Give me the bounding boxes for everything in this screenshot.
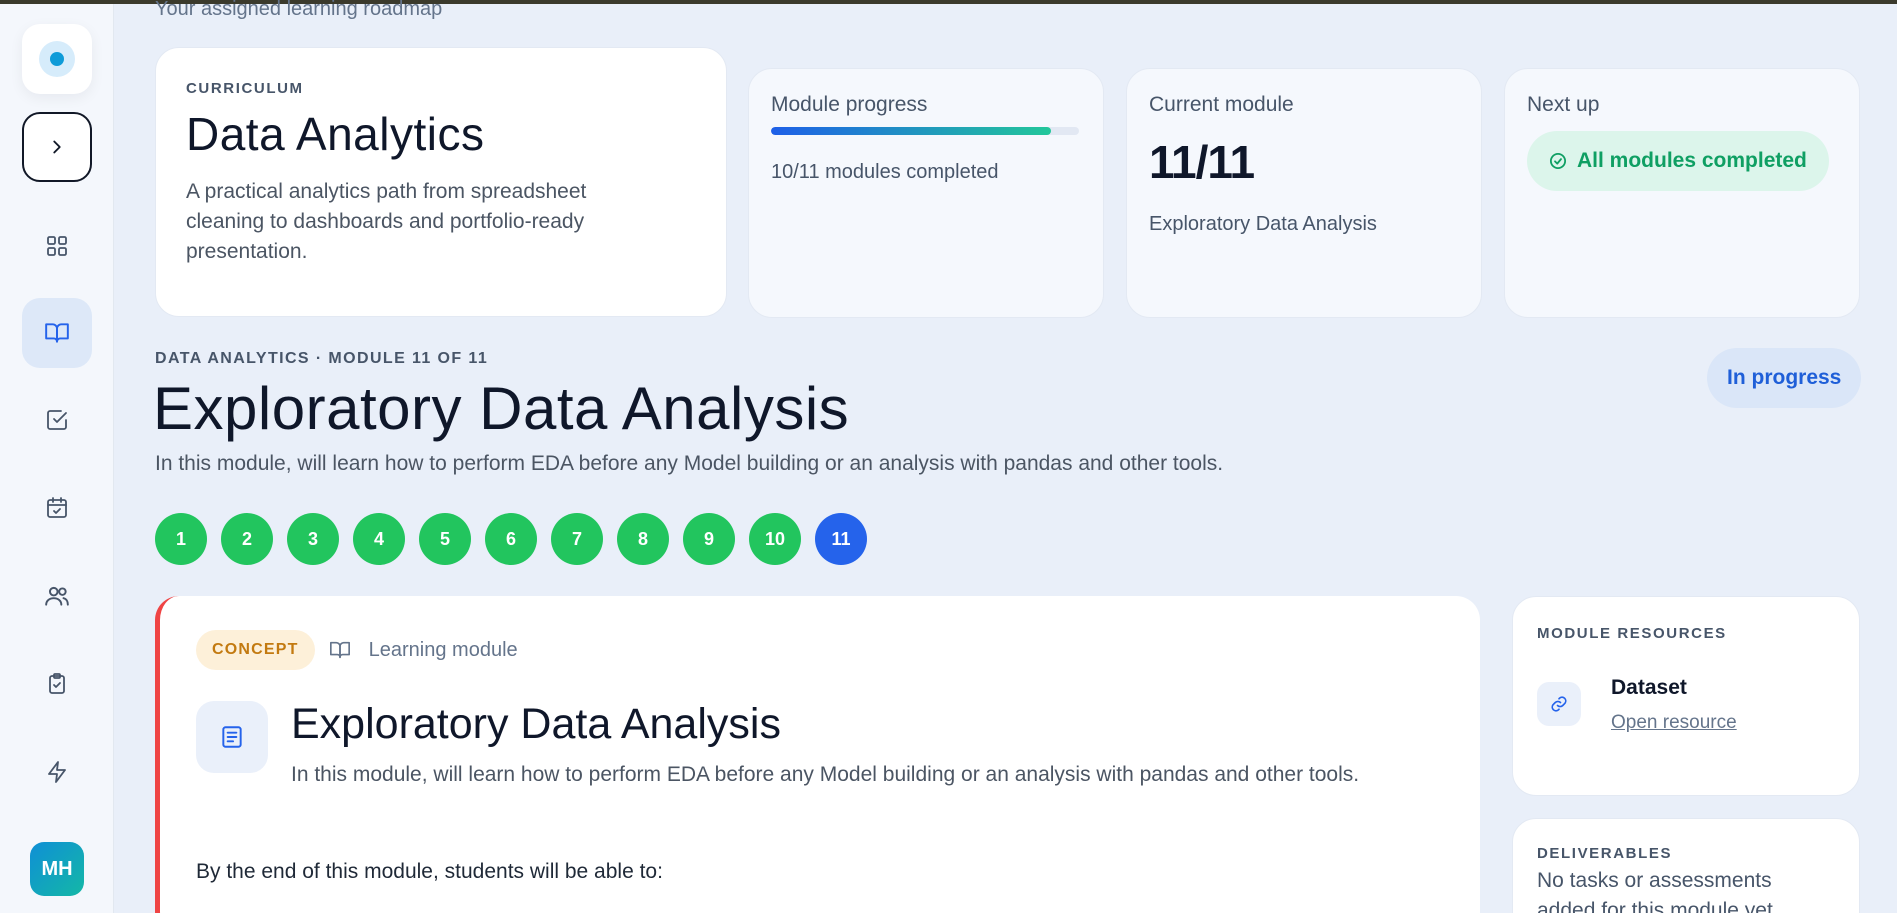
open-resource-link[interactable]: Open resource	[1611, 712, 1737, 734]
notes-icon	[196, 701, 268, 773]
zap-icon	[48, 761, 66, 783]
sidebar-item-assessments[interactable]	[22, 649, 92, 719]
check-square-icon	[47, 410, 67, 430]
chevron-right-icon	[53, 140, 61, 154]
current-module-value: 11/11	[1149, 136, 1255, 188]
resources-heading: MODULE RESOURCES	[1537, 625, 1727, 642]
clipboard-check-icon	[49, 673, 65, 694]
curriculum-title: Data Analytics	[186, 108, 485, 160]
concept-outcomes-intro: By the end of this module, students will…	[196, 860, 663, 883]
module-progress-fill	[771, 127, 1051, 135]
curriculum-card: CURRICULUM Data Analytics A practical an…	[155, 47, 727, 317]
resource-item: Dataset Open resource	[1537, 676, 1835, 734]
module-progress-text: 10/11 modules completed	[771, 161, 999, 183]
concept-description: In this module, will learn how to perfor…	[291, 763, 1360, 786]
concept-meta: CONCEPT Learning module	[196, 630, 518, 670]
module-steps: 1 2 3 4 5 6 7 8 9 10 11	[155, 513, 867, 565]
current-module-name: Exploratory Data Analysis	[1149, 213, 1377, 235]
resource-name: Dataset	[1611, 676, 1687, 699]
module-step-2[interactable]: 2	[221, 513, 273, 565]
curriculum-eyebrow: CURRICULUM	[186, 80, 304, 97]
deliverables-text: No tasks or assessments added for this m…	[1537, 869, 1779, 913]
sidebar-item-tasks[interactable]	[22, 385, 92, 455]
logo-icon	[39, 41, 75, 77]
module-step-11[interactable]: 11	[815, 513, 867, 565]
current-module-label: Current module	[1149, 93, 1294, 116]
module-step-1[interactable]: 1	[155, 513, 207, 565]
module-eyebrow: DATA ANALYTICS · MODULE 11 OF 11	[155, 350, 489, 367]
module-resources-card: MODULE RESOURCES Dataset Open resource	[1512, 596, 1860, 796]
concept-title: Exploratory Data Analysis	[291, 700, 781, 748]
module-step-10[interactable]: 10	[749, 513, 801, 565]
current-module-card: Current module 11/11 Exploratory Data An…	[1126, 68, 1482, 318]
status-badge: In progress	[1707, 348, 1862, 408]
sidebar-item-dashboard[interactable]	[22, 211, 92, 281]
app-logo[interactable]	[22, 24, 92, 94]
concept-card: CONCEPT Learning module Exploratory Data…	[155, 596, 1480, 913]
check-circle-icon	[1549, 152, 1567, 170]
module-progress-label: Module progress	[771, 93, 928, 116]
module-progress-card: Module progress 10/11 modules completed	[748, 68, 1104, 318]
module-step-8[interactable]: 8	[617, 513, 669, 565]
module-step-3[interactable]: 3	[287, 513, 339, 565]
module-step-4[interactable]: 4	[353, 513, 405, 565]
learning-module-label: Learning module	[368, 638, 518, 661]
page-subtitle: Your assigned learning roadmap	[155, 0, 443, 20]
all-completed-text: All modules completed	[1577, 149, 1807, 172]
sidebar-item-activity[interactable]	[22, 737, 92, 807]
all-completed-badge: All modules completed	[1527, 131, 1829, 191]
module-step-9[interactable]: 9	[683, 513, 735, 565]
module-step-5[interactable]: 5	[419, 513, 471, 565]
grid-icon	[47, 236, 67, 256]
module-progress-bar	[771, 127, 1079, 135]
sidebar-item-curriculum[interactable]	[22, 298, 92, 368]
deliverables-heading: DELIVERABLES	[1537, 845, 1673, 862]
next-up-label: Next up	[1527, 93, 1600, 116]
avatar[interactable]: MH	[30, 842, 84, 896]
next-up-card: Next up All modules completed	[1504, 68, 1860, 318]
module-title: Exploratory Data Analysis	[153, 375, 850, 442]
module-step-7[interactable]: 7	[551, 513, 603, 565]
calendar-check-icon	[47, 497, 67, 518]
sidebar-item-community[interactable]	[22, 561, 92, 631]
curriculum-description: A practical analytics path from spreadsh…	[186, 180, 587, 263]
module-description: In this module, will learn how to perfor…	[155, 452, 1224, 475]
link-icon	[1537, 682, 1581, 726]
deliverables-card: DELIVERABLES No tasks or assessments add…	[1512, 818, 1860, 913]
concept-tag: CONCEPT	[196, 630, 315, 670]
book-icon	[45, 323, 69, 343]
sidebar-item-calendar[interactable]	[22, 473, 92, 543]
sidebar: MH	[0, 4, 114, 913]
users-icon	[45, 586, 69, 606]
book-icon	[329, 641, 350, 659]
module-step-6[interactable]: 6	[485, 513, 537, 565]
sidebar-expand-button[interactable]	[22, 112, 92, 182]
